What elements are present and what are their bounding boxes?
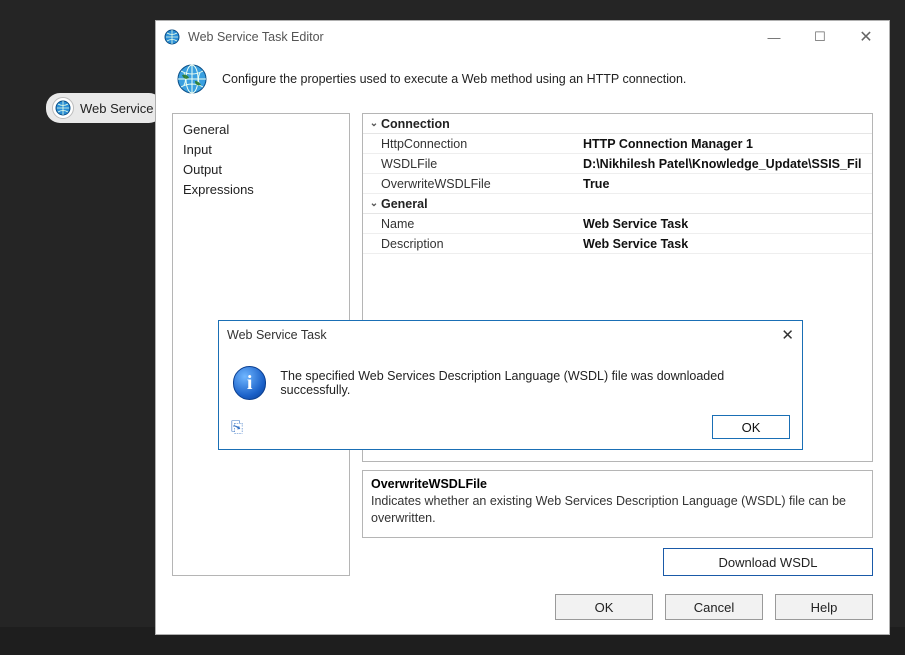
sidebar-item-expressions[interactable]: Expressions — [183, 180, 339, 200]
globe-icon — [176, 63, 208, 95]
ok-button[interactable]: OK — [555, 594, 653, 620]
maximize-button[interactable]: ☐ — [797, 22, 843, 52]
property-overwritewsdlfile[interactable]: OverwriteWSDLFile True — [363, 174, 872, 194]
help-button[interactable]: Help — [775, 594, 873, 620]
property-help-panel: OverwriteWSDLFile Indicates whether an e… — [362, 470, 873, 538]
cancel-button[interactable]: Cancel — [665, 594, 763, 620]
category-label: General — [381, 197, 428, 211]
globe-icon — [52, 97, 74, 119]
property-name: Description — [363, 237, 579, 251]
ssis-task-label: Web Service — [80, 101, 153, 116]
dialog-button-row: OK Cancel Help — [156, 576, 889, 634]
property-name: OverwriteWSDLFile — [363, 177, 579, 191]
message-ok-button[interactable]: OK — [712, 415, 790, 439]
property-value[interactable]: True — [579, 177, 872, 191]
close-button[interactable]: ✕ — [843, 22, 889, 52]
property-description[interactable]: Description Web Service Task — [363, 234, 872, 254]
editor-description: Configure the properties used to execute… — [222, 72, 686, 86]
property-category-connection[interactable]: ⌄Connection — [363, 114, 872, 134]
sidebar-item-output[interactable]: Output — [183, 160, 339, 180]
property-value[interactable]: Web Service Task — [579, 217, 872, 231]
property-value[interactable]: HTTP Connection Manager 1 — [579, 137, 872, 151]
editor-header: Configure the properties used to execute… — [156, 53, 889, 113]
download-wsdl-button[interactable]: Download WSDL — [663, 548, 873, 576]
property-name: WSDLFile — [363, 157, 579, 171]
message-titlebar: Web Service Task ✕ — [219, 321, 802, 349]
ssis-task-chip[interactable]: Web Service — [46, 93, 163, 123]
chevron-down-icon: ⌄ — [367, 198, 381, 209]
sidebar-item-general[interactable]: General — [183, 120, 339, 140]
property-wsdlfile[interactable]: WSDLFile D:\Nikhilesh Patel\Knowledge_Up… — [363, 154, 872, 174]
property-name: Name — [363, 217, 579, 231]
help-description: Indicates whether an existing Web Servic… — [371, 493, 864, 527]
message-text: The specified Web Services Description L… — [280, 369, 788, 397]
property-name-row[interactable]: Name Web Service Task — [363, 214, 872, 234]
help-title: OverwriteWSDLFile — [371, 477, 864, 491]
property-httpconnection[interactable]: HttpConnection HTTP Connection Manager 1 — [363, 134, 872, 154]
sidebar-item-input[interactable]: Input — [183, 140, 339, 160]
copy-icon[interactable]: ⎘ — [231, 419, 243, 436]
category-label: Connection — [381, 117, 450, 131]
message-title: Web Service Task — [227, 328, 781, 342]
chevron-down-icon: ⌄ — [367, 118, 381, 129]
property-category-general[interactable]: ⌄General — [363, 194, 872, 214]
property-name: HttpConnection — [363, 137, 579, 151]
window-title: Web Service Task Editor — [188, 30, 751, 44]
property-value[interactable]: D:\Nikhilesh Patel\Knowledge_Update\SSIS… — [579, 157, 872, 171]
property-value[interactable]: Web Service Task — [579, 237, 872, 251]
titlebar: Web Service Task Editor — ☐ ✕ — [156, 21, 889, 53]
message-dialog: Web Service Task ✕ i The specified Web S… — [218, 320, 803, 450]
globe-icon — [164, 29, 180, 45]
minimize-button[interactable]: — — [751, 22, 797, 52]
close-icon[interactable]: ✕ — [781, 326, 794, 344]
info-icon: i — [233, 366, 266, 400]
